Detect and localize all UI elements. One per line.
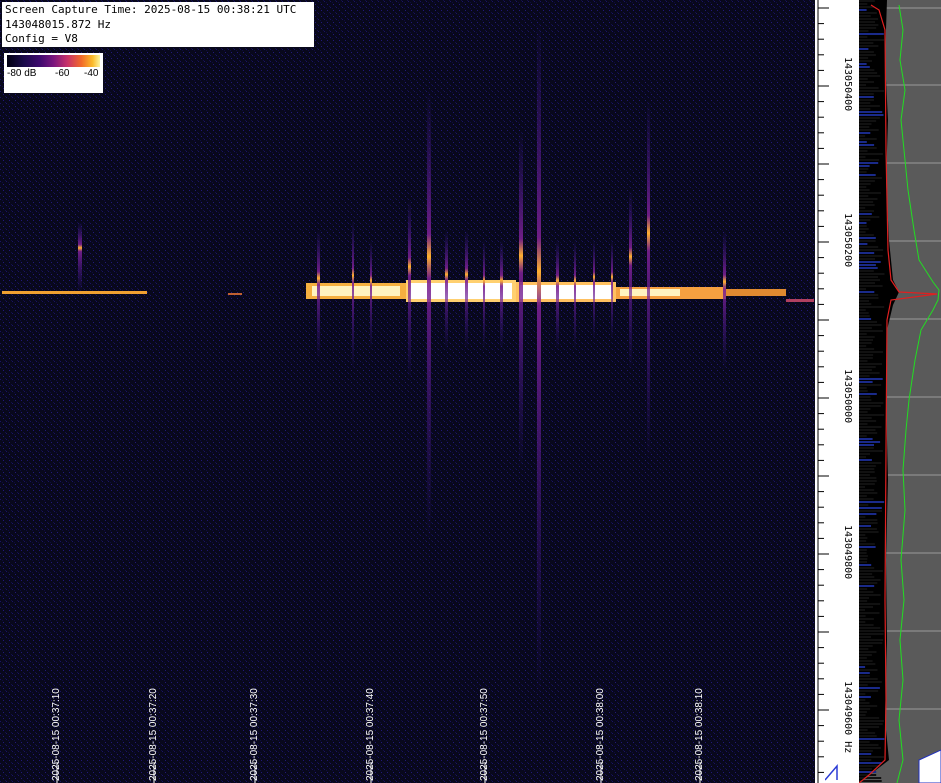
- frequency-axis: 143050400 143050200 143050000 143049800 1430…: [815, 0, 859, 783]
- capture-time-text: Screen Capture Time: 2025-08-15 00:38:21…: [5, 3, 297, 16]
- frequency-text: 143048015.872 Hz: [5, 17, 111, 31]
- colorbar-gradient: [7, 55, 100, 67]
- colorbar-label-mid: -60: [55, 68, 70, 79]
- colorbar-legend: -80 dB -60 -40: [4, 53, 103, 93]
- spectrum-panel[interactable]: [859, 0, 941, 783]
- colorbar-label-min: -80 dB: [7, 68, 37, 79]
- carrier-trace-mid: [228, 293, 242, 295]
- time-label: 2025-08-15 00:37:50: [479, 688, 490, 781]
- freq-label: 143049800: [842, 525, 853, 579]
- freq-label: 143050000: [842, 369, 853, 423]
- config-text: Config = V8: [5, 32, 78, 45]
- time-label: 2025-08-15 00:37:30: [249, 688, 260, 781]
- time-label: 2025-08-15 00:37:10: [51, 688, 62, 781]
- waterfall-display[interactable]: [0, 0, 815, 783]
- signal-blip: [78, 222, 82, 292]
- time-label: 2025-08-15 00:38:10: [694, 688, 705, 781]
- colorbar-label-max: -40: [84, 68, 99, 79]
- time-label: 2025-08-15 00:38:00: [595, 688, 606, 781]
- freq-label: 143050200: [842, 213, 853, 267]
- carrier-trace-left: [2, 291, 147, 294]
- capture-info-box: Screen Capture Time: 2025-08-15 00:38:21…: [2, 2, 314, 47]
- cursor-triangle[interactable]: [824, 760, 855, 783]
- waterfall-noise: [0, 0, 815, 783]
- time-label: 2025-08-15 00:37:20: [148, 688, 159, 781]
- freq-label: 143049600 Hz: [842, 681, 853, 753]
- waterfall-window: 2025-08-15 00:37:10 2025-08-15 00:37:20 20…: [0, 0, 941, 783]
- time-label: 2025-08-15 00:37:40: [365, 688, 376, 781]
- freq-label: 143050400: [842, 57, 853, 111]
